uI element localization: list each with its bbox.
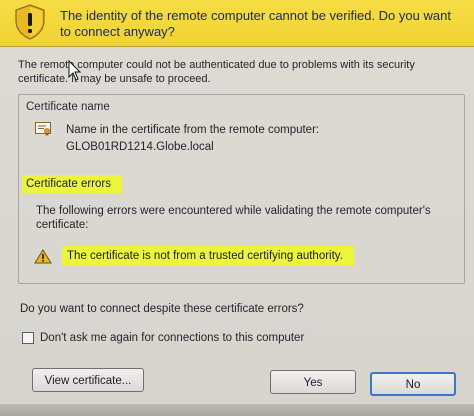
certificate-error-item: The certificate is not from a trusted ce… bbox=[62, 246, 354, 266]
intro-text: The remote computer could not be authent… bbox=[18, 59, 415, 85]
certificate-name-label: Certificate name bbox=[26, 101, 110, 113]
no-button[interactable]: No bbox=[370, 372, 456, 396]
certificate-name-line1: Name in the certificate from the remote … bbox=[66, 124, 320, 136]
warning-banner: The identity of the remote computer cann… bbox=[0, 0, 474, 47]
dont-ask-again-checkbox[interactable] bbox=[22, 332, 34, 344]
certificate-name-value: GLOB01RD1214.Globe.local bbox=[66, 141, 214, 153]
certificate-errors-label: Certificate errors bbox=[22, 175, 122, 193]
banner-title: The identity of the remote computer cann… bbox=[60, 8, 451, 39]
yes-button[interactable]: Yes bbox=[270, 370, 356, 394]
dont-ask-again-label[interactable]: Don't ask me again for connections to th… bbox=[40, 332, 304, 344]
warning-triangle-icon bbox=[34, 249, 52, 264]
certificate-icon bbox=[35, 122, 51, 136]
rdp-certificate-warning-dialog: The identity of the remote computer cann… bbox=[0, 0, 474, 416]
warning-shield-icon bbox=[15, 4, 45, 40]
certificate-errors-description: The following errors were encountered wh… bbox=[36, 205, 431, 231]
dialog-bottom-edge bbox=[0, 404, 474, 416]
view-certificate-button[interactable]: View certificate... bbox=[32, 368, 144, 392]
mouse-cursor-icon bbox=[68, 60, 82, 81]
connect-question: Do you want to connect despite these cer… bbox=[20, 303, 304, 315]
